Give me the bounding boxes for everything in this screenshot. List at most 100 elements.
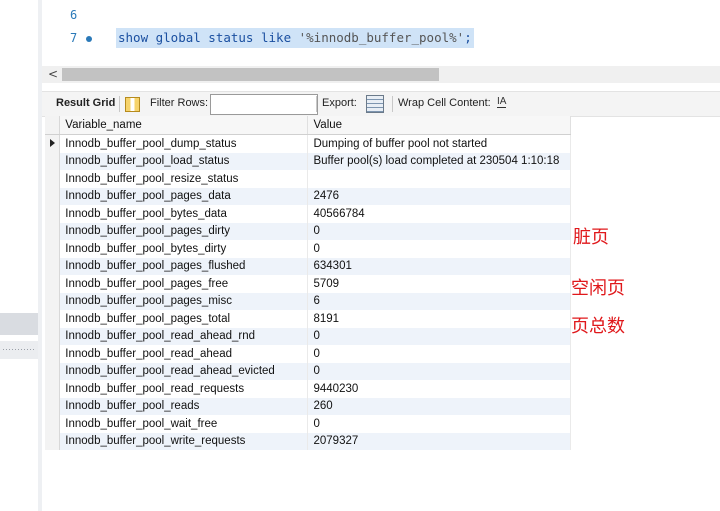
cell-value[interactable]: Dumping of buffer pool not started	[307, 134, 571, 153]
cell-variable-name[interactable]: Innodb_buffer_pool_pages_misc	[59, 292, 309, 310]
left-panel-margin	[0, 0, 38, 511]
row-selector[interactable]	[45, 240, 61, 258]
row-selector[interactable]	[45, 205, 61, 223]
export-icon[interactable]	[366, 95, 384, 113]
cell-value[interactable]: 0	[307, 415, 571, 433]
row-selector[interactable]	[45, 432, 61, 450]
table-row[interactable]: Innodb_buffer_pool_write_requests 2079327	[45, 432, 571, 450]
row-selector[interactable]	[45, 397, 61, 415]
row-selector-header[interactable]	[45, 116, 61, 135]
row-selector[interactable]	[45, 380, 61, 398]
grip-dots-icon	[2, 348, 36, 352]
table-row[interactable]: Innodb_buffer_pool_pages_free 5709	[45, 275, 571, 293]
horizontal-scrollbar[interactable]: <	[42, 66, 720, 83]
row-selector[interactable]	[45, 345, 61, 363]
filter-rows-input[interactable]	[210, 94, 318, 115]
row-selector[interactable]	[45, 362, 61, 380]
cell-variable-name[interactable]: Innodb_buffer_pool_read_ahead	[59, 345, 309, 363]
current-row-arrow-icon	[49, 138, 55, 147]
cell-variable-name[interactable]: Innodb_buffer_pool_bytes_data	[59, 205, 309, 223]
cell-variable-name[interactable]: Innodb_buffer_pool_pages_flushed	[59, 257, 309, 275]
cell-value[interactable]: 2079327	[307, 432, 571, 450]
cell-value[interactable]: 0	[307, 222, 571, 240]
row-selector[interactable]	[45, 292, 61, 310]
cell-variable-name[interactable]: Innodb_buffer_pool_pages_data	[59, 187, 309, 205]
wrap-cell-content-icon[interactable]: IA	[497, 96, 507, 108]
table-row[interactable]: Innodb_buffer_pool_bytes_dirty 0	[45, 240, 571, 258]
cell-value[interactable]: 0	[307, 345, 571, 363]
column-header-value[interactable]: Value	[307, 116, 571, 135]
cell-value[interactable]: 9440230	[307, 380, 571, 398]
cell-value[interactable]: 0	[307, 327, 571, 345]
result-grid-tab[interactable]: Result Grid	[56, 97, 115, 109]
cell-variable-name[interactable]: Innodb_buffer_pool_dump_status	[59, 134, 309, 153]
cell-value[interactable]: 6	[307, 292, 571, 310]
row-selector[interactable]	[45, 222, 61, 240]
cell-variable-name[interactable]: Innodb_buffer_pool_write_requests	[59, 432, 309, 450]
row-selector[interactable]	[45, 170, 61, 188]
scroll-left-icon[interactable]: <	[48, 67, 58, 81]
cell-variable-name[interactable]: Innodb_buffer_pool_pages_free	[59, 275, 309, 293]
sql-statement[interactable]: show global status like '%innodb_buffer_…	[116, 28, 474, 48]
table-row[interactable]: Innodb_buffer_pool_reads 260	[45, 397, 571, 415]
table-row[interactable]: Innodb_buffer_pool_wait_free 0	[45, 415, 571, 433]
scrollbar-thumb[interactable]	[62, 68, 439, 81]
cell-value[interactable]: 8191	[307, 310, 571, 328]
cell-variable-name[interactable]: Innodb_buffer_pool_pages_dirty	[59, 222, 309, 240]
cell-variable-name[interactable]: Innodb_buffer_pool_bytes_dirty	[59, 240, 309, 258]
column-header-variable-name[interactable]: Variable_name	[59, 116, 309, 135]
table-row[interactable]: Innodb_buffer_pool_resize_status	[45, 170, 571, 188]
result-toolbar: Result Grid Filter Rows: Export: Wrap Ce…	[42, 91, 720, 117]
table-row[interactable]: Innodb_buffer_pool_pages_misc 6	[45, 292, 571, 310]
cell-variable-name[interactable]: Innodb_buffer_pool_read_ahead_rnd	[59, 327, 309, 345]
cell-value[interactable]: 5709	[307, 275, 571, 293]
cell-variable-name[interactable]: Innodb_buffer_pool_read_requests	[59, 380, 309, 398]
table-row[interactable]: Innodb_buffer_pool_load_status Buffer poo…	[45, 152, 571, 170]
cell-value[interactable]: 260	[307, 397, 571, 415]
export-label: Export:	[322, 97, 357, 109]
cell-value[interactable]: 634301	[307, 257, 571, 275]
row-selector[interactable]	[45, 415, 61, 433]
cell-variable-name[interactable]: Innodb_buffer_pool_resize_status	[59, 170, 309, 188]
cell-value[interactable]	[307, 170, 571, 188]
cell-value[interactable]: 0	[307, 240, 571, 258]
wrap-cell-content-label: Wrap Cell Content:	[398, 97, 491, 109]
table-row[interactable]: Innodb_buffer_pool_pages_data 2476	[45, 187, 571, 205]
row-selector[interactable]	[45, 187, 61, 205]
toolbar-divider	[119, 96, 120, 112]
table-row[interactable]: Innodb_buffer_pool_read_ahead 0	[45, 345, 571, 363]
cell-value[interactable]: 2476	[307, 187, 571, 205]
cell-value[interactable]: 0	[307, 362, 571, 380]
cell-variable-name[interactable]: Innodb_buffer_pool_pages_total	[59, 310, 309, 328]
table-row[interactable]: Innodb_buffer_pool_dump_status Dumping of…	[45, 134, 571, 153]
table-row[interactable]: Innodb_buffer_pool_pages_dirty 0	[45, 222, 571, 240]
table-row[interactable]: Innodb_buffer_pool_read_ahead_evicted 0	[45, 362, 571, 380]
left-panel-item[interactable]	[0, 313, 38, 335]
cell-value[interactable]: 40566784	[307, 205, 571, 223]
row-selector[interactable]	[45, 310, 61, 328]
filter-rows-label: Filter Rows:	[150, 97, 209, 109]
cell-variable-name[interactable]: Innodb_buffer_pool_read_ahead_evicted	[59, 362, 309, 380]
toolbar-divider	[316, 96, 317, 112]
cell-variable-name[interactable]: Innodb_buffer_pool_wait_free	[59, 415, 309, 433]
table-row[interactable]: Innodb_buffer_pool_read_requests 9440230	[45, 380, 571, 398]
table-row[interactable]: Innodb_buffer_pool_pages_total 8191	[45, 310, 571, 328]
row-selector[interactable]	[45, 257, 61, 275]
cell-value[interactable]: Buffer pool(s) load completed at 230504 …	[307, 152, 571, 170]
row-selector[interactable]	[45, 152, 61, 170]
sql-editor[interactable]: 6 7 show global status like '%innodb_buf…	[42, 0, 720, 62]
row-selector[interactable]	[45, 327, 61, 345]
table-row[interactable]: Innodb_buffer_pool_read_ahead_rnd 0	[45, 327, 571, 345]
sql-string: '%innodb_buffer_pool%'	[298, 30, 465, 45]
row-selector[interactable]	[45, 134, 61, 153]
sql-keywords: show global status like	[118, 30, 299, 45]
annotation-dirty-pages: 脏页	[573, 227, 609, 248]
left-panel-resize-handle[interactable]	[0, 341, 38, 359]
cell-variable-name[interactable]: Innodb_buffer_pool_reads	[59, 397, 309, 415]
grid-view-icon[interactable]	[125, 97, 140, 112]
toolbar-divider	[392, 96, 393, 112]
table-row[interactable]: Innodb_buffer_pool_pages_flushed 634301	[45, 257, 571, 275]
row-selector[interactable]	[45, 275, 61, 293]
table-row[interactable]: Innodb_buffer_pool_bytes_data 40566784	[45, 205, 571, 223]
cell-variable-name[interactable]: Innodb_buffer_pool_load_status	[59, 152, 309, 170]
